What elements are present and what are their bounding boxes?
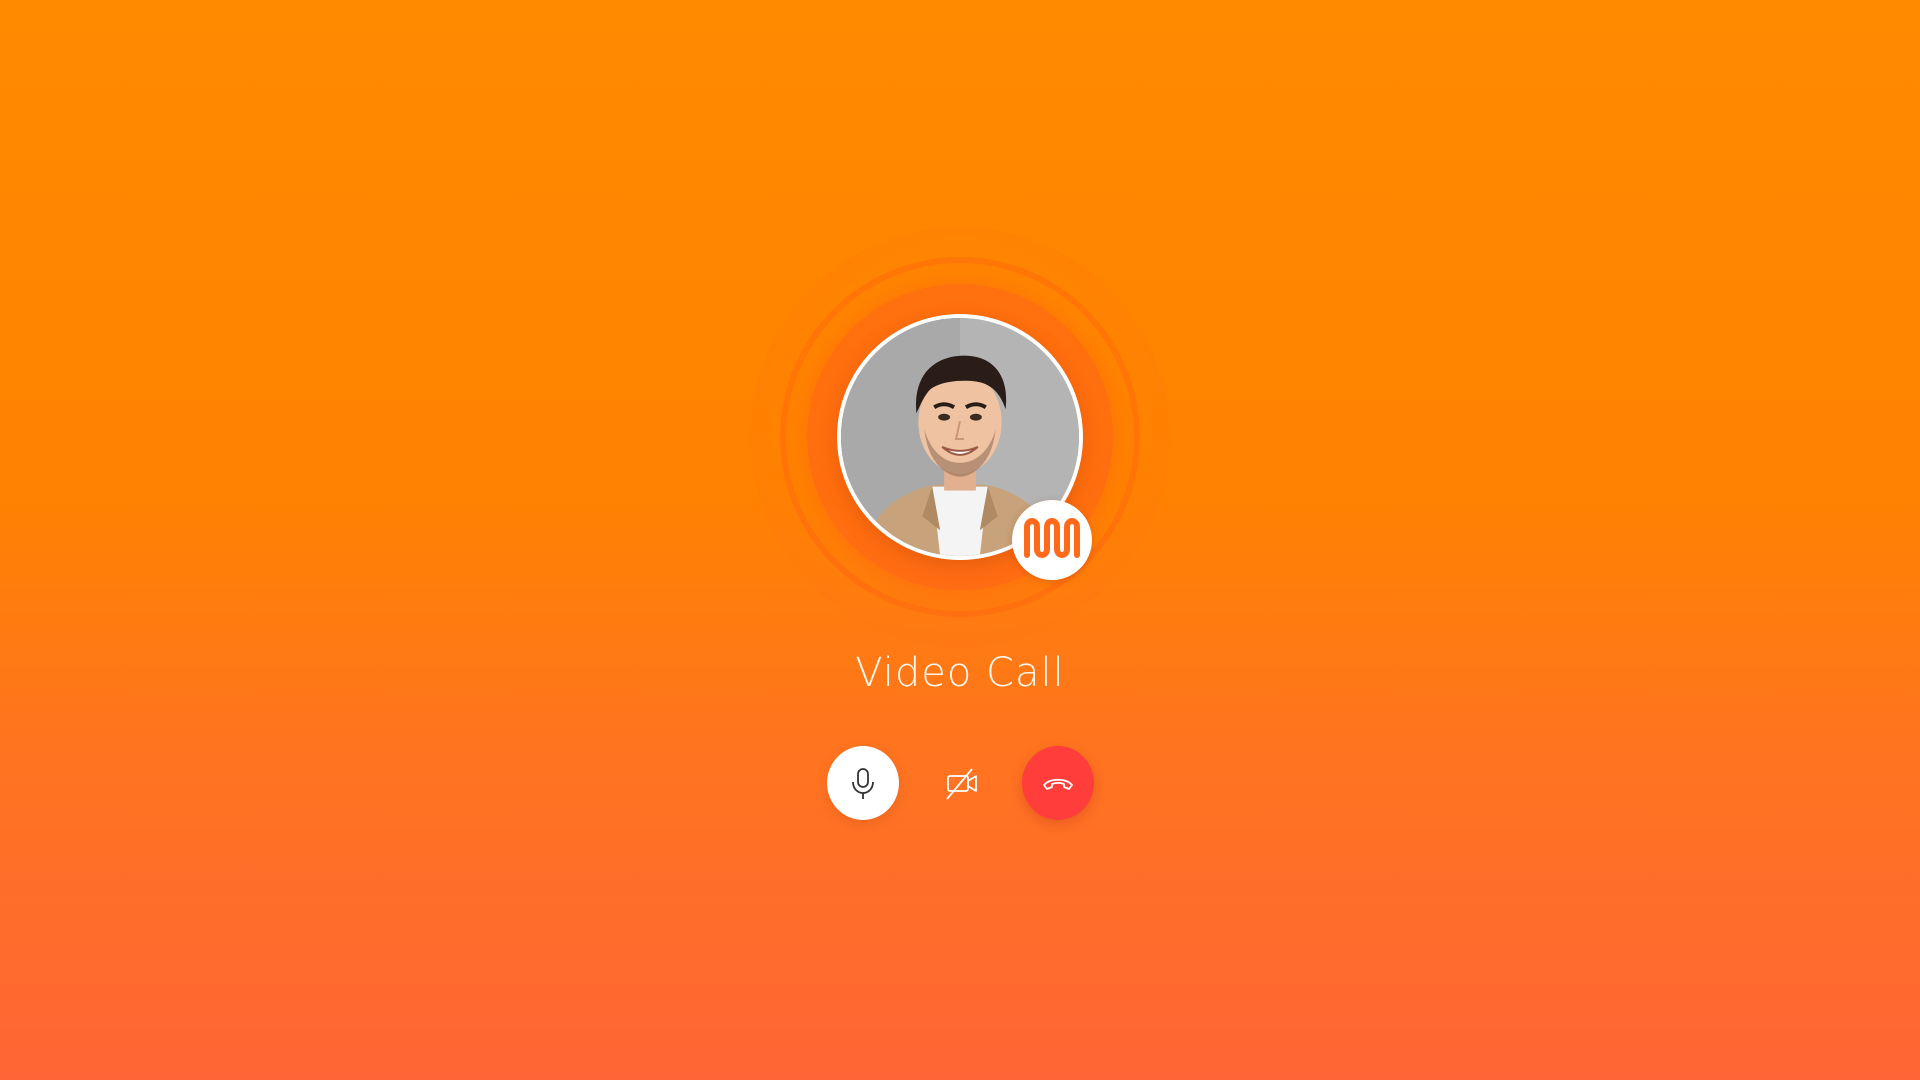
phone-hangup-icon [1043,778,1073,790]
toggle-camera-button[interactable] [926,746,998,820]
call-title: Video Call [855,650,1065,696]
brand-logo-badge [1012,500,1092,580]
call-controls [0,746,1920,820]
end-call-button[interactable] [1022,746,1094,820]
mute-microphone-button[interactable] [827,746,899,820]
video-call-screen: Video Call [0,0,1920,1080]
video-off-icon [946,768,977,800]
microphone-icon [852,768,874,799]
brand-logo-icon [1024,518,1080,558]
